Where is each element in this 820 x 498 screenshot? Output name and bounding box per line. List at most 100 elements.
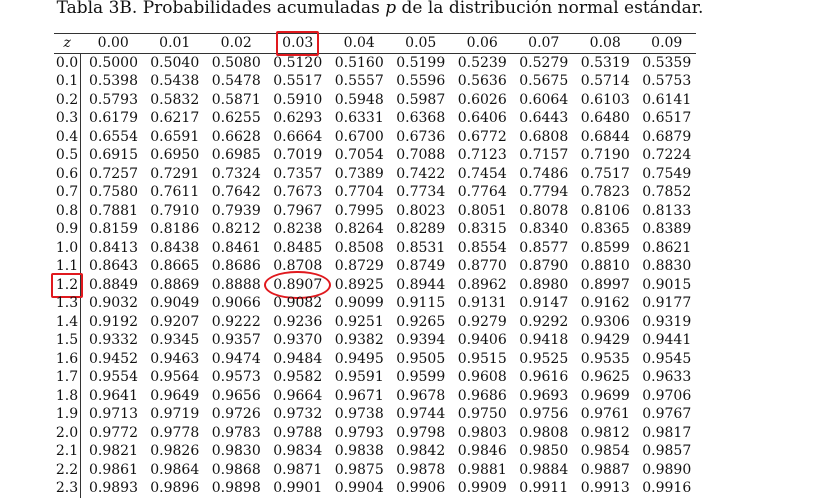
- probability-cell: 0.6554: [81, 128, 143, 147]
- probability-cell: 0.9564: [142, 368, 204, 387]
- probability-label: 0.9633: [642, 368, 691, 387]
- probability-label: 0.5987: [396, 91, 445, 110]
- probability-label: 0.5040: [150, 54, 199, 73]
- probability-value: 0.8962: [457, 276, 507, 293]
- probability-label: 0.7454: [458, 165, 507, 184]
- z-value-label: 1.3: [56, 294, 78, 313]
- probability-label: 0.9887: [581, 461, 630, 480]
- probability-value: 0.8599: [580, 239, 630, 256]
- z-value-cell: 1.6: [54, 349, 81, 369]
- probability-label: 0.9744: [396, 405, 445, 424]
- probability-label: 0.9192: [89, 313, 138, 332]
- probability-label: 0.6217: [150, 109, 199, 128]
- probability-label: 0.6985: [212, 146, 261, 165]
- probability-label: 0.9656: [212, 387, 261, 406]
- probability-value: 0.8770: [457, 258, 507, 274]
- probability-cell: 0.9463: [142, 350, 204, 369]
- column-header: 0.05: [388, 34, 450, 54]
- column-header: 0.06: [450, 34, 512, 54]
- probability-cell: 0.9066: [204, 294, 266, 313]
- probability-label: 0.8106: [581, 202, 630, 221]
- probability-label: 0.7357: [273, 165, 322, 184]
- probability-label: 0.8315: [458, 220, 507, 239]
- probability-label: 0.9803: [458, 424, 507, 443]
- probability-label: 0.6554: [89, 128, 138, 147]
- probability-cell: 0.8643: [81, 257, 143, 276]
- probability-label: 0.9808: [519, 424, 568, 443]
- probability-value: 0.5279: [519, 54, 569, 71]
- probability-value: 0.8980: [519, 276, 569, 293]
- probability-cell: 0.9452: [81, 350, 143, 369]
- column-header-text: 0.08: [589, 35, 621, 51]
- z-value-label: 2.3: [56, 479, 78, 498]
- probability-label: 0.7157: [519, 146, 568, 165]
- probability-value: 0.7823: [580, 184, 630, 200]
- probability-label: 0.9817: [642, 424, 691, 443]
- probability-label: 0.8023: [396, 202, 445, 221]
- probability-value: 0.9767: [642, 406, 692, 422]
- probability-cell: 0.6985: [204, 146, 266, 165]
- z-value-label: 1.6: [56, 350, 78, 369]
- probability-cell: 0.8365: [573, 220, 635, 239]
- z-value-cell: 0.2: [54, 90, 81, 109]
- probability-label: 0.7257: [89, 165, 138, 184]
- probability-label: 0.7881: [89, 202, 138, 221]
- probability-label: 0.5000: [89, 54, 138, 73]
- probability-value: 0.6480: [580, 110, 630, 126]
- probability-value: 0.9664: [273, 387, 323, 404]
- probability-cell: 0.5160: [327, 53, 389, 72]
- probability-cell: 0.6331: [327, 109, 389, 128]
- probability-value: 0.6700: [334, 128, 384, 145]
- probability-cell: 0.9222: [204, 313, 266, 332]
- probability-value: 0.9783: [211, 424, 261, 441]
- column-header-label: 0.05: [405, 34, 436, 53]
- probability-label: 0.5753: [642, 72, 691, 91]
- probability-label: 0.9429: [581, 331, 630, 350]
- probability-cell: 0.6517: [634, 109, 696, 128]
- probability-label: 0.7794: [519, 183, 568, 202]
- probability-value: 0.8508: [334, 239, 384, 256]
- probability-cell: 0.9319: [634, 313, 696, 332]
- z-value-label: 0.0: [56, 54, 78, 73]
- probability-cell: 0.9382: [327, 331, 389, 350]
- probability-label: 0.8599: [581, 239, 630, 258]
- probability-cell: 0.6808: [511, 128, 573, 147]
- probability-cell: 0.9909: [450, 479, 512, 498]
- probability-cell: 0.9591: [327, 368, 389, 387]
- probability-cell: 0.9893: [81, 479, 143, 498]
- z-value-text: 1.9: [55, 406, 79, 422]
- probability-label: 0.7549: [642, 165, 691, 184]
- probability-label: 0.5239: [458, 54, 507, 73]
- probability-label: 0.7673: [273, 183, 322, 202]
- probability-label: 0.6103: [581, 91, 630, 110]
- probability-label: 0.9177: [642, 294, 691, 313]
- probability-label: 0.9830: [212, 442, 261, 461]
- probability-value: 0.5438: [150, 73, 200, 89]
- probability-cell: 0.9911: [511, 479, 573, 498]
- probability-cell: 0.6368: [388, 109, 450, 128]
- probability-label: 0.5160: [335, 54, 384, 73]
- probability-value: 0.9904: [334, 480, 384, 496]
- probability-cell: 0.9706: [634, 387, 696, 406]
- probability-label: 0.8643: [89, 257, 138, 276]
- probability-label: 0.7291: [150, 165, 199, 184]
- probability-value: 0.9332: [89, 332, 138, 348]
- probability-label: 0.8944: [396, 276, 445, 295]
- probability-value: 0.9878: [396, 461, 446, 478]
- probability-cell: 0.9881: [450, 461, 512, 480]
- probability-value: 0.8708: [273, 258, 323, 274]
- probability-cell: 0.9896: [142, 479, 204, 498]
- probability-label: 0.9162: [581, 294, 630, 313]
- probability-cell: 0.7995: [327, 202, 389, 221]
- probability-value: 0.8849: [89, 276, 138, 293]
- z-value-text: 0.6: [55, 165, 79, 182]
- probability-cell: 0.8133: [634, 202, 696, 221]
- table-row: 1.8 0.9641 0.9649 0.9656 0.9664 0.9671 0.9678 0…: [54, 386, 696, 406]
- probability-cell: 0.8212: [204, 220, 266, 239]
- probability-cell: 0.9812: [573, 424, 635, 443]
- probability-label: 0.9750: [458, 405, 507, 424]
- probability-cell: 0.8944: [388, 276, 450, 295]
- probability-label: 0.9678: [396, 387, 445, 406]
- probability-cell: 0.9726: [204, 405, 266, 424]
- probability-cell: 0.9049: [142, 294, 204, 313]
